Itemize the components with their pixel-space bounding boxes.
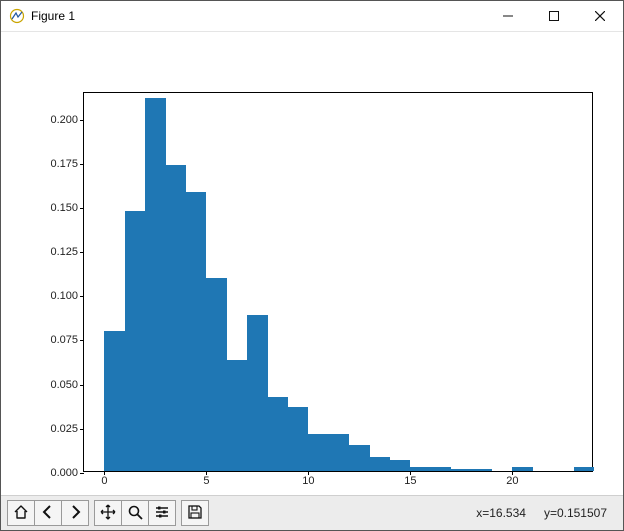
y-tick-label: 0.125: [50, 246, 84, 258]
histogram-bar: [431, 467, 451, 471]
plot-canvas[interactable]: 0.000 0.025 0.050 0.075 0.100 0.125 0.150 0.175…: [1, 32, 623, 495]
y-tick-label: 0.100: [50, 290, 84, 302]
navigation-toolbar: x=16.534 y=0.151507: [1, 495, 623, 530]
save-icon: [187, 504, 203, 523]
y-tick-label: 0.150: [50, 202, 84, 214]
arrow-right-icon: [67, 504, 83, 523]
cursor-coordinates: x=16.534 y=0.151507: [476, 506, 617, 520]
histogram-bar: [329, 434, 349, 471]
histogram-bar: [451, 469, 471, 471]
move-icon: [100, 504, 116, 523]
close-button[interactable]: [577, 1, 623, 31]
save-button[interactable]: [181, 500, 209, 526]
histogram-bar: [104, 331, 124, 471]
histogram-bar: [574, 467, 594, 471]
axes-frame: 0.0000.0250.0500.0750.1000.1250.1500.175…: [83, 92, 593, 472]
y-tick-label: 0.175: [50, 158, 84, 170]
pan-button[interactable]: [94, 500, 122, 526]
histogram-bar: [166, 165, 186, 471]
y-tick-label: 0.050: [50, 379, 84, 391]
titlebar: Figure 1: [1, 1, 623, 32]
histogram-bars: [84, 93, 592, 471]
histogram-bar: [370, 457, 390, 471]
maximize-button[interactable]: [531, 1, 577, 31]
home-icon: [13, 504, 29, 523]
histogram-bar: [349, 445, 369, 472]
y-tick-label: 0.000: [50, 467, 84, 479]
magnifier-icon: [127, 504, 143, 523]
y-tick-label: 0.075: [50, 334, 84, 346]
histogram-bar: [268, 397, 288, 471]
zoom-button[interactable]: [121, 500, 149, 526]
back-button[interactable]: [34, 500, 62, 526]
histogram-bar: [472, 469, 492, 471]
y-tick-label: 0.200: [50, 114, 84, 126]
histogram-bar: [247, 315, 267, 471]
forward-button[interactable]: [61, 500, 89, 526]
histogram-bar: [288, 407, 308, 471]
figure-window: Figure 1 0.000 0.025 0.050 0.075 0.100 0.125 0…: [0, 0, 624, 531]
window-title: Figure 1: [31, 9, 75, 23]
cursor-y: y=0.151507: [544, 506, 607, 520]
histogram-bar: [308, 434, 328, 471]
histogram-bar: [206, 278, 226, 471]
histogram-bar: [186, 192, 206, 471]
minimize-button[interactable]: [485, 1, 531, 31]
histogram-bar: [227, 360, 247, 471]
histogram-bar: [125, 211, 145, 471]
home-button[interactable]: [7, 500, 35, 526]
arrow-left-icon: [40, 504, 56, 523]
cursor-x: x=16.534: [476, 506, 526, 520]
histogram-bar: [145, 98, 165, 471]
histogram-bar: [390, 460, 410, 471]
app-icon: [9, 8, 25, 24]
configure-subplots-button[interactable]: [148, 500, 176, 526]
y-tick-label: 0.025: [50, 423, 84, 435]
sliders-icon: [154, 504, 170, 523]
